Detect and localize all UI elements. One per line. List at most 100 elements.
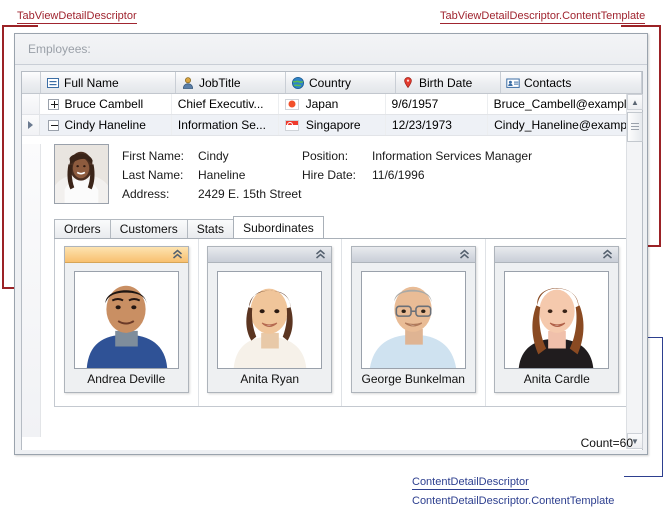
- anita-cardle-photo: [505, 272, 609, 368]
- scroll-up-button[interactable]: ▲: [627, 94, 643, 110]
- grid-vertical-scrollbar[interactable]: ▲ ▼: [626, 94, 643, 449]
- employees-grid[interactable]: Full Name JobTitle Country Birth Date Co…: [21, 71, 643, 450]
- cell-full-name[interactable]: Cindy Haneline: [40, 115, 172, 135]
- cell-birth-date: 12/23/1973: [386, 115, 489, 135]
- employee-fields-right: Position: Information Services Manager H…: [302, 146, 532, 184]
- list-item[interactable]: Anita Cardle: [494, 246, 620, 393]
- avatar: [217, 271, 323, 369]
- cell-full-name[interactable]: Bruce Cambell: [40, 94, 172, 114]
- grid-body: Bruce Cambell Chief Executiv... Japan 9/…: [22, 94, 642, 450]
- field-hire-date-label: Hire Date:: [302, 167, 357, 182]
- master-detail-region: First Name: Cindy Last Name: Haneline Ad…: [22, 144, 642, 437]
- detail-gutter: [22, 144, 41, 437]
- card-header[interactable]: [64, 247, 188, 263]
- card-column: Anita Ryan: [199, 239, 342, 406]
- tab-customers[interactable]: Customers: [109, 219, 188, 238]
- cell-contacts: Bruce_Cambell@example....: [488, 94, 642, 114]
- cell-birth-date: 9/6/1957: [386, 94, 488, 114]
- chevron-up-icon[interactable]: [172, 249, 183, 260]
- row-indicator-cell[interactable]: [22, 115, 41, 135]
- field-last-name-label: Last Name:: [122, 167, 184, 182]
- bracket-leader-red-top-left: [2, 25, 3, 26]
- card-name: Andrea Deville: [87, 372, 166, 386]
- flag-icon-japan: [284, 98, 299, 110]
- cell-job-title-text: Information Se...: [177, 118, 266, 132]
- annotation-content-detail-descriptor-content-template: ContentDetailDescriptor.ContentTemplate: [412, 495, 615, 507]
- cell-country: Singapore: [279, 115, 386, 135]
- card-header[interactable]: [351, 247, 475, 263]
- expand-row-icon[interactable]: [48, 98, 60, 110]
- grid-header-full-name-label: Full Name: [64, 75, 119, 90]
- annotation-tab-view-detail-descriptor: TabViewDetailDescriptor: [17, 10, 137, 24]
- cell-country-text: Singapore: [305, 118, 361, 132]
- card-header[interactable]: [495, 247, 619, 263]
- grid-header-job-title[interactable]: JobTitle: [176, 72, 286, 93]
- tab-stats[interactable]: Stats: [186, 219, 235, 238]
- card-name: George Bunkelman: [361, 372, 465, 386]
- person-icon: [181, 76, 195, 90]
- record-count-label: Count=60: [580, 436, 633, 450]
- tab-subordinates-label: Subordinates: [243, 220, 314, 235]
- collapse-row-icon[interactable]: [48, 119, 60, 131]
- cell-contacts-text: Bruce_Cambell@example....: [493, 97, 642, 111]
- grid-header-contacts[interactable]: Contacts: [501, 72, 642, 93]
- field-hire-date: Hire Date: 11/6/1996: [302, 165, 532, 184]
- list-item[interactable]: Andrea Deville: [63, 246, 189, 393]
- field-first-name: First Name: Cindy: [122, 146, 301, 165]
- window-caption-text: Employees:: [28, 42, 91, 56]
- employee-fields-left: First Name: Cindy Last Name: Haneline Ad…: [122, 146, 301, 203]
- detail-tabstrip: Orders Customers Stats Subordinates: [54, 216, 629, 239]
- annotation-content-detail-descriptor: ContentDetailDescriptor: [412, 476, 529, 490]
- subordinates-panel: Andrea Deville Anita Ryan George Bunkelm…: [54, 239, 629, 407]
- card-name: Anita Ryan: [240, 372, 300, 386]
- field-first-name-label: First Name:: [122, 148, 185, 163]
- chevron-up-icon[interactable]: [315, 249, 326, 260]
- anita-ryan-photo: [218, 272, 322, 368]
- grid-header-birth-date[interactable]: Birth Date: [396, 72, 501, 93]
- cell-job-title: Chief Executiv...: [172, 94, 279, 114]
- table-row[interactable]: Cindy Haneline Information Se... Singapo…: [22, 115, 642, 136]
- tab-customers-label: Customers: [119, 222, 178, 236]
- cell-contacts-text: Cindy_Haneline@example...: [494, 118, 642, 132]
- cell-job-title: Information Se...: [172, 115, 279, 135]
- cell-full-name-text: Bruce Cambell: [64, 97, 144, 111]
- tab-subordinates[interactable]: Subordinates: [233, 216, 324, 238]
- chevron-up-icon[interactable]: [602, 249, 613, 260]
- field-position: Position: Information Services Manager: [302, 146, 532, 165]
- table-row[interactable]: Bruce Cambell Chief Executiv... Japan 9/…: [22, 94, 642, 115]
- pin-icon: [401, 76, 415, 90]
- row-indicator-cell[interactable]: [22, 94, 41, 114]
- flag-icon-singapore: [284, 119, 299, 131]
- card-column: Andrea Deville: [55, 239, 199, 406]
- list-item[interactable]: Anita Ryan: [207, 246, 333, 393]
- globe-icon: [291, 76, 305, 90]
- field-hire-date-value: 11/6/1996: [372, 167, 425, 182]
- grid-column-headers: Full Name JobTitle Country Birth Date Co…: [22, 72, 642, 94]
- grid-header-country[interactable]: Country: [286, 72, 396, 93]
- chevron-up-icon[interactable]: [459, 249, 470, 260]
- george-bunkelman-photo: [361, 272, 465, 368]
- field-last-name: Last Name: Haneline: [122, 165, 301, 184]
- tab-orders-label: Orders: [64, 222, 101, 236]
- contact-card-icon: [506, 76, 520, 90]
- field-address-label: Address:: [122, 186, 170, 201]
- window-caption-bar: Employees:: [15, 34, 647, 65]
- tab-stats-label: Stats: [196, 222, 225, 236]
- scroll-thumb[interactable]: [627, 112, 643, 142]
- card-header[interactable]: [208, 247, 332, 263]
- screenshot-root: TabViewDetailDescriptor TabViewDetailDes…: [0, 0, 663, 517]
- annotation-tab-view-detail-descriptor-content-template: TabViewDetailDescriptor.ContentTemplate: [440, 10, 646, 24]
- employee-info-panel: First Name: Cindy Last Name: Haneline Ad…: [54, 144, 642, 211]
- cell-job-title-text: Chief Executiv...: [177, 97, 264, 111]
- list-icon: [46, 76, 60, 90]
- grid-header-indicator: [22, 72, 41, 93]
- field-last-name-value: Haneline: [198, 167, 246, 182]
- card-column: George Bunkelman: [342, 239, 486, 406]
- avatar: [504, 271, 610, 369]
- cell-full-name-text: Cindy Haneline: [64, 118, 146, 132]
- cell-birth-date-text: 12/23/1973: [391, 118, 452, 132]
- tab-orders[interactable]: Orders: [54, 219, 111, 238]
- grid-header-full-name[interactable]: Full Name: [41, 72, 176, 93]
- cell-country-text: Japan: [305, 97, 339, 111]
- list-item[interactable]: George Bunkelman: [350, 246, 476, 393]
